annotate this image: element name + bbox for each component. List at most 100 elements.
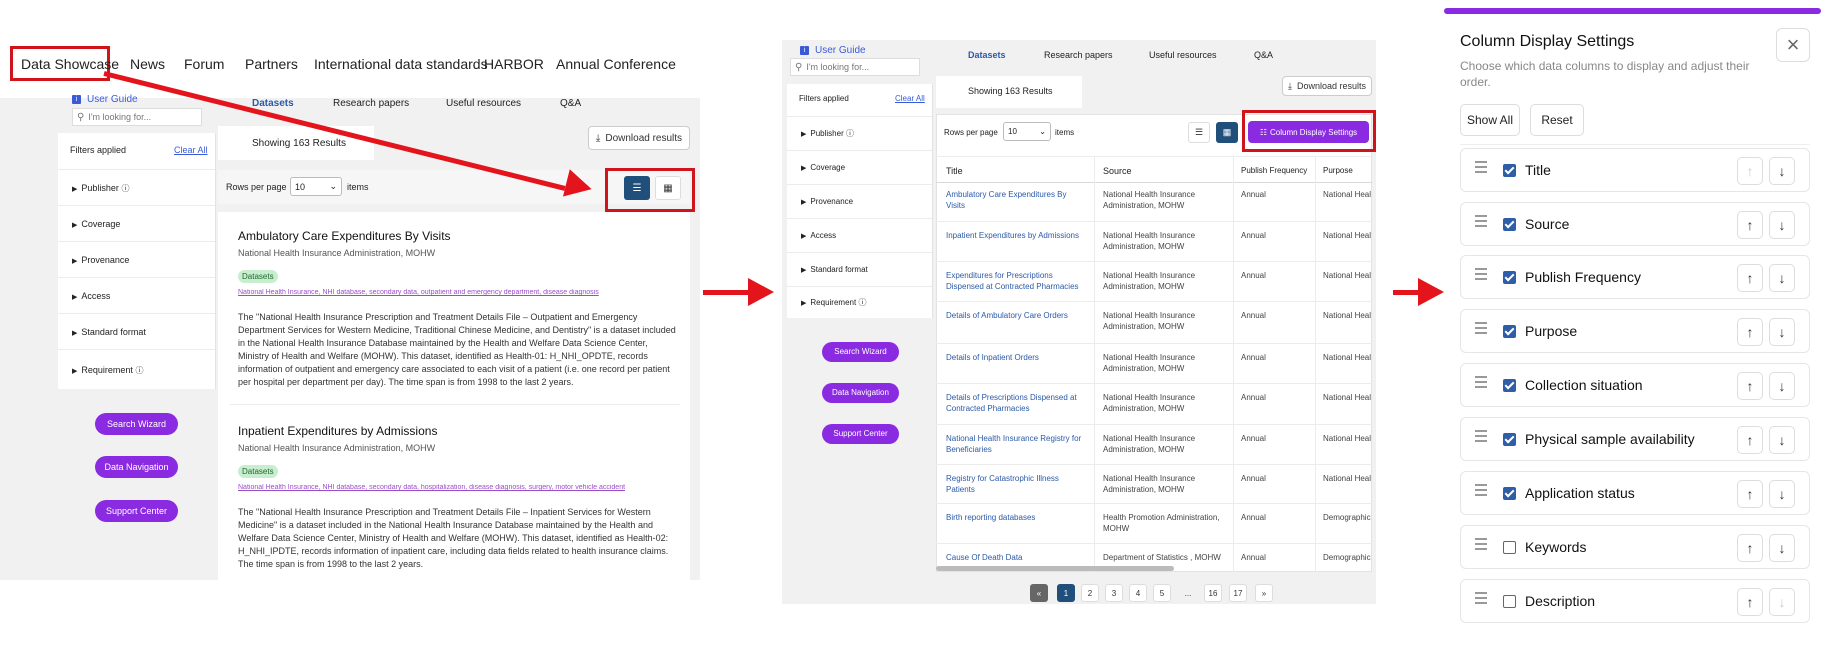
column-checkbox[interactable]	[1503, 271, 1516, 284]
filter-publisher[interactable]: ▶ Publisher ⓘ	[787, 116, 932, 150]
column-checkbox[interactable]	[1503, 433, 1516, 446]
nav-item-harbor[interactable]: HARBOR	[484, 56, 544, 72]
page-button[interactable]: 4	[1129, 584, 1147, 602]
page-button[interactable]: 17	[1229, 584, 1247, 602]
filter-requirement[interactable]: ▶ Requirement ⓘ	[58, 349, 215, 389]
close-button[interactable]: ×	[1776, 28, 1810, 62]
move-down-button[interactable]: ↓	[1769, 534, 1795, 562]
drag-handle-icon[interactable]	[1475, 268, 1487, 283]
page-button[interactable]: 1	[1057, 584, 1075, 602]
search-input[interactable]: ⚲ I'm looking for...	[790, 58, 920, 76]
support-center-button[interactable]: Support Center	[95, 500, 178, 522]
clear-all-link[interactable]: Clear All	[895, 94, 925, 103]
grid-view-button[interactable]: ▦	[1216, 122, 1238, 143]
nav-item-forum[interactable]: Forum	[184, 56, 224, 72]
col-header-title[interactable]: Title	[946, 166, 963, 176]
page-button[interactable]: 16	[1204, 584, 1222, 602]
nav-item-partners[interactable]: Partners	[245, 56, 298, 72]
page-button[interactable]: 3	[1105, 584, 1123, 602]
column-checkbox[interactable]	[1503, 595, 1516, 608]
move-up-button[interactable]: ↑	[1737, 264, 1763, 292]
list-view-button[interactable]: ☰	[624, 176, 650, 200]
move-up-button[interactable]: ↑	[1737, 588, 1763, 616]
col-header-publish-frequency[interactable]: Publish Frequency	[1241, 166, 1307, 175]
page-button[interactable]: 5	[1153, 584, 1171, 602]
horizontal-scrollbar[interactable]	[936, 566, 1174, 571]
page-next-button[interactable]: »	[1255, 584, 1273, 602]
tab-datasets[interactable]: Datasets	[968, 50, 1006, 60]
cell-title[interactable]: Birth reporting databases	[946, 512, 1086, 523]
cell-title[interactable]: Cause Of Death Data	[946, 552, 1086, 563]
table-row[interactable]	[936, 545, 1372, 585]
nav-item-news[interactable]: News	[130, 56, 165, 72]
column-row[interactable]: Description ↑ ↓	[1460, 579, 1810, 623]
nav-item-international-data-standards[interactable]: International data standards	[314, 56, 488, 72]
card-keywords[interactable]: National Health Insurance, NHI database,…	[238, 289, 658, 296]
search-input[interactable]: ⚲ I'm looking for...	[72, 108, 202, 126]
filter-provenance[interactable]: ▶ Provenance	[787, 184, 932, 218]
column-checkbox[interactable]	[1503, 487, 1516, 500]
filter-coverage[interactable]: ▶ Coverage	[787, 150, 932, 184]
filter-standard-format[interactable]: ▶ Standard format	[787, 252, 932, 286]
drag-handle-icon[interactable]	[1475, 376, 1487, 391]
move-down-button[interactable]: ↓	[1769, 264, 1795, 292]
drag-handle-icon[interactable]	[1475, 484, 1487, 499]
show-all-button[interactable]: Show All	[1460, 104, 1520, 136]
filter-standard-format[interactable]: ▶ Standard format	[58, 313, 215, 349]
cell-title[interactable]: Registry for Catastrophic Illness Patien…	[946, 473, 1086, 495]
col-header-purpose[interactable]: Purpose	[1323, 166, 1353, 175]
tab-datasets[interactable]: Datasets	[252, 98, 294, 109]
column-row[interactable]: Application status ↑ ↓	[1460, 471, 1810, 515]
move-down-button[interactable]: ↓	[1769, 480, 1795, 508]
column-row[interactable]: Keywords ↑ ↓	[1460, 525, 1810, 569]
tab-useful-resources[interactable]: Useful resources	[446, 98, 521, 109]
list-view-button[interactable]: ☰	[1188, 122, 1210, 143]
tab-research-papers[interactable]: Research papers	[1044, 50, 1113, 60]
cell-title[interactable]: Details of Prescriptions Dispensed at Co…	[946, 392, 1086, 414]
grid-view-button[interactable]: ▦	[655, 176, 681, 200]
column-checkbox[interactable]	[1503, 218, 1516, 231]
drag-handle-icon[interactable]	[1475, 322, 1487, 337]
nav-item-data-showcase[interactable]: Data Showcase	[21, 56, 119, 72]
move-down-button[interactable]: ↓	[1769, 588, 1795, 616]
cell-title[interactable]: National Health Insurance Registry for B…	[946, 433, 1086, 455]
card-keywords[interactable]: National Health Insurance, NHI database,…	[238, 484, 658, 491]
page-prev-button[interactable]: «	[1030, 584, 1048, 602]
tab-qa[interactable]: Q&A	[1254, 50, 1273, 60]
tab-qa[interactable]: Q&A	[560, 98, 581, 109]
move-up-button[interactable]: ↑	[1737, 480, 1763, 508]
rows-per-page-select[interactable]: 10 ⌄	[290, 177, 342, 196]
tab-useful-resources[interactable]: Useful resources	[1149, 50, 1217, 60]
cell-title[interactable]: Details of Ambulatory Care Orders	[946, 310, 1086, 321]
column-row[interactable]: Purpose ↑ ↓	[1460, 309, 1810, 353]
data-navigation-button[interactable]: Data Navigation	[95, 456, 178, 478]
filter-publisher[interactable]: ▶ Publisher ⓘ	[58, 169, 215, 205]
nav-item-annual-conference[interactable]: Annual Conference	[556, 56, 676, 72]
drag-handle-icon[interactable]	[1475, 161, 1487, 176]
column-row[interactable]: Publish Frequency ↑ ↓	[1460, 255, 1810, 299]
filter-provenance[interactable]: ▶ Provenance	[58, 241, 215, 277]
filter-coverage[interactable]: ▶ Coverage	[58, 205, 215, 241]
filter-requirement[interactable]: ▶ Requirement ⓘ	[787, 286, 932, 318]
column-checkbox[interactable]	[1503, 164, 1516, 177]
move-down-button[interactable]: ↓	[1769, 211, 1795, 239]
move-down-button[interactable]: ↓	[1769, 157, 1795, 185]
cell-title[interactable]: Expenditures for Prescriptions Dispensed…	[946, 270, 1086, 292]
filter-access[interactable]: ▶ Access	[58, 277, 215, 313]
move-down-button[interactable]: ↓	[1769, 372, 1795, 400]
move-up-button[interactable]: ↑	[1737, 318, 1763, 346]
download-results-button[interactable]: ⤓ Download results	[588, 126, 690, 150]
column-display-settings-button[interactable]: ☷ Column Display Settings	[1248, 121, 1369, 143]
reset-button[interactable]: Reset	[1530, 104, 1584, 136]
cell-title[interactable]: Details of Inpatient Orders	[946, 352, 1086, 363]
move-up-button[interactable]: ↑	[1737, 534, 1763, 562]
user-guide-link[interactable]: i User Guide	[800, 45, 866, 56]
drag-handle-icon[interactable]	[1475, 430, 1487, 445]
column-checkbox[interactable]	[1503, 379, 1516, 392]
card-title[interactable]: Ambulatory Care Expenditures By Visits	[238, 229, 451, 243]
rows-per-page-select[interactable]: 10 ⌄	[1003, 122, 1051, 141]
cell-title[interactable]: Inpatient Expenditures by Admissions	[946, 230, 1086, 241]
clear-all-link[interactable]: Clear All	[174, 145, 208, 155]
card-title[interactable]: Inpatient Expenditures by Admissions	[238, 424, 437, 438]
column-row[interactable]: Title ↑ ↓	[1460, 148, 1810, 192]
